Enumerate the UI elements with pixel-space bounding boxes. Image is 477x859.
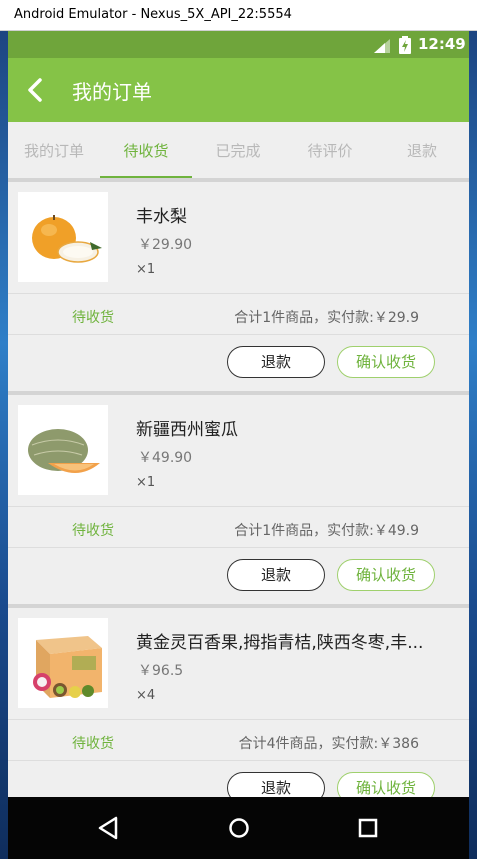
divider xyxy=(8,293,469,294)
nav-recents-icon[interactable] xyxy=(353,813,383,843)
tab-awaiting-receipt[interactable]: 待收货 xyxy=(100,122,192,178)
order-total: 合计4件商品，实付款:￥386 xyxy=(238,736,419,752)
emulator-title-bar[interactable]: Android Emulator - Nexus_5X_API_22:5554 xyxy=(0,0,477,31)
divider xyxy=(8,547,469,548)
tab-my-orders[interactable]: 我的订单 xyxy=(8,122,100,178)
product-name: 黄金灵百香果,拇指青桔,陕西冬枣,丰... xyxy=(136,633,424,653)
android-nav-bar xyxy=(8,797,469,859)
phone-screen: 12:49 我的订单 我的订单 待收货 已完成 待评价 退款 丰水梨 ￥29.9… xyxy=(8,31,469,859)
order-status: 待收货 xyxy=(72,310,114,326)
divider xyxy=(8,334,469,335)
fruit-box-icon[interactable] xyxy=(18,618,108,708)
order-status: 待收货 xyxy=(72,736,114,752)
confirm-receipt-button[interactable]: 确认收货 xyxy=(337,559,435,591)
divider xyxy=(8,506,469,507)
order-list: 丰水梨 ￥29.90 ×1 待收货 合计1件商品，实付款:￥29.9 退款 确认… xyxy=(8,182,469,817)
emulator-title: Android Emulator - Nexus_5X_API_22:5554 xyxy=(14,7,292,22)
status-clock: 12:49 xyxy=(418,35,466,53)
product-name: 丰水梨 xyxy=(136,207,187,227)
tab-to-review[interactable]: 待评价 xyxy=(284,122,376,178)
product-price: ￥49.90 xyxy=(138,450,193,466)
divider xyxy=(8,760,469,761)
signal-icon xyxy=(374,39,390,53)
tab-completed[interactable]: 已完成 xyxy=(192,122,284,178)
melon-icon[interactable] xyxy=(18,405,108,495)
order-total: 合计1件商品，实付款:￥49.9 xyxy=(234,523,419,539)
status-bar: 12:49 xyxy=(8,31,469,58)
order-total: 合计1件商品，实付款:￥29.9 xyxy=(234,310,419,326)
order-card: 黄金灵百香果,拇指青桔,陕西冬枣,丰... ￥96.5 ×4 待收货 合计4件商… xyxy=(8,608,469,817)
product-quantity: ×1 xyxy=(136,475,156,490)
product-name: 新疆西州蜜瓜 xyxy=(136,420,238,440)
page-title: 我的订单 xyxy=(72,80,152,104)
desktop-edge-left xyxy=(0,0,8,859)
order-status: 待收货 xyxy=(72,523,114,539)
back-arrow-icon[interactable] xyxy=(22,76,50,104)
desktop-edge-right xyxy=(469,0,477,859)
battery-icon xyxy=(399,36,411,54)
product-quantity: ×1 xyxy=(136,262,156,277)
product-quantity: ×4 xyxy=(136,688,156,703)
product-price: ￥96.5 xyxy=(138,663,184,679)
product-price: ￥29.90 xyxy=(138,237,193,253)
nav-home-icon[interactable] xyxy=(224,813,254,843)
pear-icon[interactable] xyxy=(18,192,108,282)
refund-button[interactable]: 退款 xyxy=(227,346,325,378)
refund-button[interactable]: 退款 xyxy=(227,559,325,591)
order-tabs: 我的订单 待收货 已完成 待评价 退款 xyxy=(8,122,469,178)
confirm-receipt-button[interactable]: 确认收货 xyxy=(337,346,435,378)
tab-refund[interactable]: 退款 xyxy=(376,122,468,178)
nav-back-icon[interactable] xyxy=(94,813,124,843)
divider xyxy=(8,719,469,720)
order-card: 新疆西州蜜瓜 ￥49.90 ×1 待收货 合计1件商品，实付款:￥49.9 退款… xyxy=(8,395,469,604)
app-bar: 我的订单 xyxy=(8,58,469,122)
order-card: 丰水梨 ￥29.90 ×1 待收货 合计1件商品，实付款:￥29.9 退款 确认… xyxy=(8,182,469,391)
